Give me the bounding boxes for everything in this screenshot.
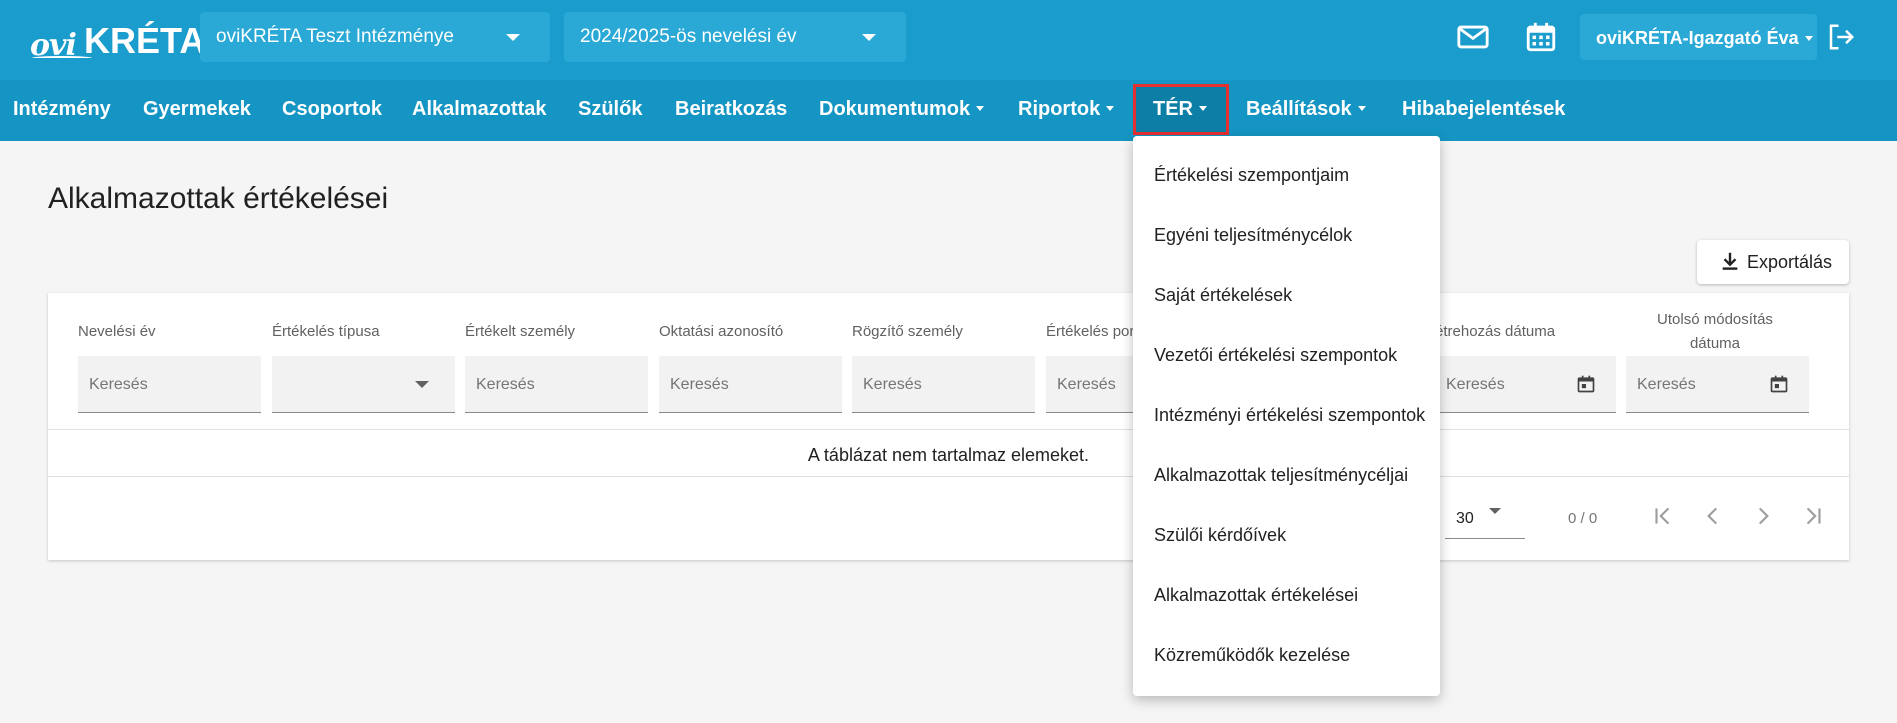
logo-kreta-text: KRÉTA	[84, 20, 206, 61]
institution-select[interactable]: oviKRÉTA Teszt Intézménye	[200, 12, 550, 62]
ter-dropdown-menu: Értékelési szempontjaim Egyéni teljesítm…	[1133, 136, 1440, 696]
institution-select-value: oviKRÉTA Teszt Intézménye	[216, 26, 454, 47]
calendar-icon[interactable]	[1769, 374, 1789, 394]
chevron-down-icon	[862, 34, 876, 41]
nav-alkalmazottak[interactable]: Alkalmazottak	[412, 80, 547, 141]
last-page-icon[interactable]	[1800, 503, 1826, 529]
previous-page-icon[interactable]	[1700, 503, 1726, 529]
main-nav: Intézmény Gyermekek Csoportok Alkalmazot…	[0, 80, 1897, 141]
nav-label: TÉR	[1153, 98, 1193, 120]
chevron-down-icon	[506, 34, 520, 41]
data-table: Nevelési év Értékelés típusa Értékelt sz…	[48, 293, 1849, 560]
nav-label: Beiratkozás	[675, 98, 788, 120]
menu-item[interactable]: Egyéni teljesítménycélok	[1154, 225, 1352, 246]
page-size-select[interactable]: 30	[1445, 486, 1525, 539]
column-header-line: Utolsó módosítás	[1657, 311, 1773, 328]
menu-item[interactable]: Közreműködők kezelése	[1154, 645, 1350, 666]
nav-csoportok[interactable]: Csoportok	[282, 80, 382, 141]
filter-date-input[interactable]: Keresés	[1435, 356, 1616, 413]
logout-icon[interactable]	[1826, 22, 1856, 52]
column-header-line: dátuma	[1689, 335, 1741, 352]
calendar-icon[interactable]	[1524, 20, 1558, 54]
first-page-icon[interactable]	[1650, 503, 1676, 529]
caret-down-icon	[1199, 106, 1207, 111]
filter-placeholder: Keresés	[670, 376, 729, 393]
filter-placeholder: Keresés	[1446, 376, 1505, 393]
column-header[interactable]: Értékelt személy	[465, 323, 575, 340]
filter-placeholder: Keresés	[89, 376, 148, 393]
filter-input[interactable]: Keresés	[852, 356, 1035, 413]
next-page-icon[interactable]	[1750, 503, 1776, 529]
column-header[interactable]: Utolsó módosítás dátuma	[1647, 311, 1783, 352]
user-menu-button[interactable]: oviKRÉTA-Igazgató Éva	[1580, 14, 1817, 60]
school-year-select-value: 2024/2025-ös nevelési év	[580, 26, 797, 47]
filter-input[interactable]: Keresés	[659, 356, 842, 413]
nav-intezmeny[interactable]: Intézmény	[13, 80, 111, 141]
filter-select[interactable]	[272, 356, 455, 413]
download-icon	[1722, 252, 1738, 270]
page-info: 0 / 0	[1568, 510, 1598, 527]
column-header[interactable]: Értékelés típusa	[272, 323, 380, 340]
column-header[interactable]: étrehozás dátuma	[1435, 323, 1555, 340]
nav-label: Szülők	[578, 98, 643, 120]
nav-label: Alkalmazottak	[412, 98, 547, 120]
filter-placeholder: Keresés	[1057, 376, 1116, 393]
menu-item[interactable]: Szülői kérdőívek	[1154, 525, 1286, 546]
nav-label: Beállítások	[1246, 98, 1352, 120]
menu-item[interactable]: Vezetői értékelési szempontok	[1154, 345, 1397, 366]
menu-item[interactable]: Saját értékelések	[1154, 285, 1292, 306]
filter-input[interactable]: Keresés	[78, 356, 261, 413]
school-year-select[interactable]: 2024/2025-ös nevelési év	[564, 12, 906, 62]
caret-down-icon	[1357, 106, 1366, 111]
nav-label: Dokumentumok	[819, 98, 971, 120]
chevron-down-icon	[1489, 508, 1501, 514]
nav-hibabejelentesek[interactable]: Hibabejelentések	[1402, 80, 1565, 141]
page-size-value: 30	[1456, 510, 1474, 527]
menu-item[interactable]: Alkalmazottak értékelései	[1154, 585, 1358, 606]
filter-placeholder: Keresés	[863, 376, 922, 393]
column-header[interactable]: Rögzítő személy	[852, 323, 963, 340]
app-logo[interactable]: ovi KRÉTA	[30, 14, 205, 64]
caret-down-icon	[976, 106, 985, 111]
nav-szulok[interactable]: Szülők	[578, 80, 642, 141]
column-header[interactable]: Értékelés por	[1046, 323, 1134, 340]
divider	[48, 476, 1849, 477]
nav-ter[interactable]: TÉR	[1153, 98, 1207, 121]
caret-down-icon	[1106, 106, 1115, 111]
user-name: oviKRÉTA-Igazgató Éva	[1596, 28, 1799, 48]
export-button[interactable]: Exportálás	[1697, 240, 1849, 284]
menu-item[interactable]: Intézményi értékelési szempontok	[1154, 405, 1425, 426]
column-header[interactable]: Oktatási azonosító	[659, 323, 783, 340]
nav-label: Intézmény	[13, 98, 111, 120]
logo-swoosh	[32, 56, 92, 60]
column-header[interactable]: Nevelési év	[78, 323, 156, 340]
nav-riportok[interactable]: Riportok	[1018, 80, 1115, 141]
nav-label: Gyermekek	[143, 98, 251, 120]
nav-gyermekek[interactable]: Gyermekek	[143, 80, 251, 141]
menu-item[interactable]: Értékelési szempontjaim	[1154, 165, 1349, 186]
nav-beallitasok[interactable]: Beállítások	[1246, 80, 1366, 141]
calendar-icon[interactable]	[1576, 374, 1596, 394]
nav-beiratkozas[interactable]: Beiratkozás	[675, 80, 787, 141]
caret-down-icon	[1804, 36, 1813, 41]
filter-input[interactable]: Keresés	[465, 356, 648, 413]
filter-date-input[interactable]: Keresés	[1626, 356, 1809, 413]
mail-icon[interactable]	[1456, 20, 1490, 54]
nav-label: Hibabejelentések	[1402, 98, 1566, 120]
nav-dokumentumok[interactable]: Dokumentumok	[819, 80, 985, 141]
filter-placeholder: Keresés	[1637, 376, 1696, 393]
empty-table-message: A táblázat nem tartalmaz elemeket.	[807, 445, 1090, 465]
page-title: Alkalmazottak értékelései	[48, 182, 389, 215]
export-label: Exportálás	[1747, 252, 1833, 272]
menu-item[interactable]: Alkalmazottak teljesítménycéljai	[1154, 465, 1408, 486]
nav-label: Csoportok	[282, 98, 382, 120]
divider	[48, 429, 1849, 430]
top-bar: ovi KRÉTA oviKRÉTA Teszt Intézménye 2024…	[0, 0, 1897, 80]
nav-label: Riportok	[1018, 98, 1101, 120]
chevron-down-icon	[415, 381, 429, 388]
filter-placeholder: Keresés	[476, 376, 535, 393]
